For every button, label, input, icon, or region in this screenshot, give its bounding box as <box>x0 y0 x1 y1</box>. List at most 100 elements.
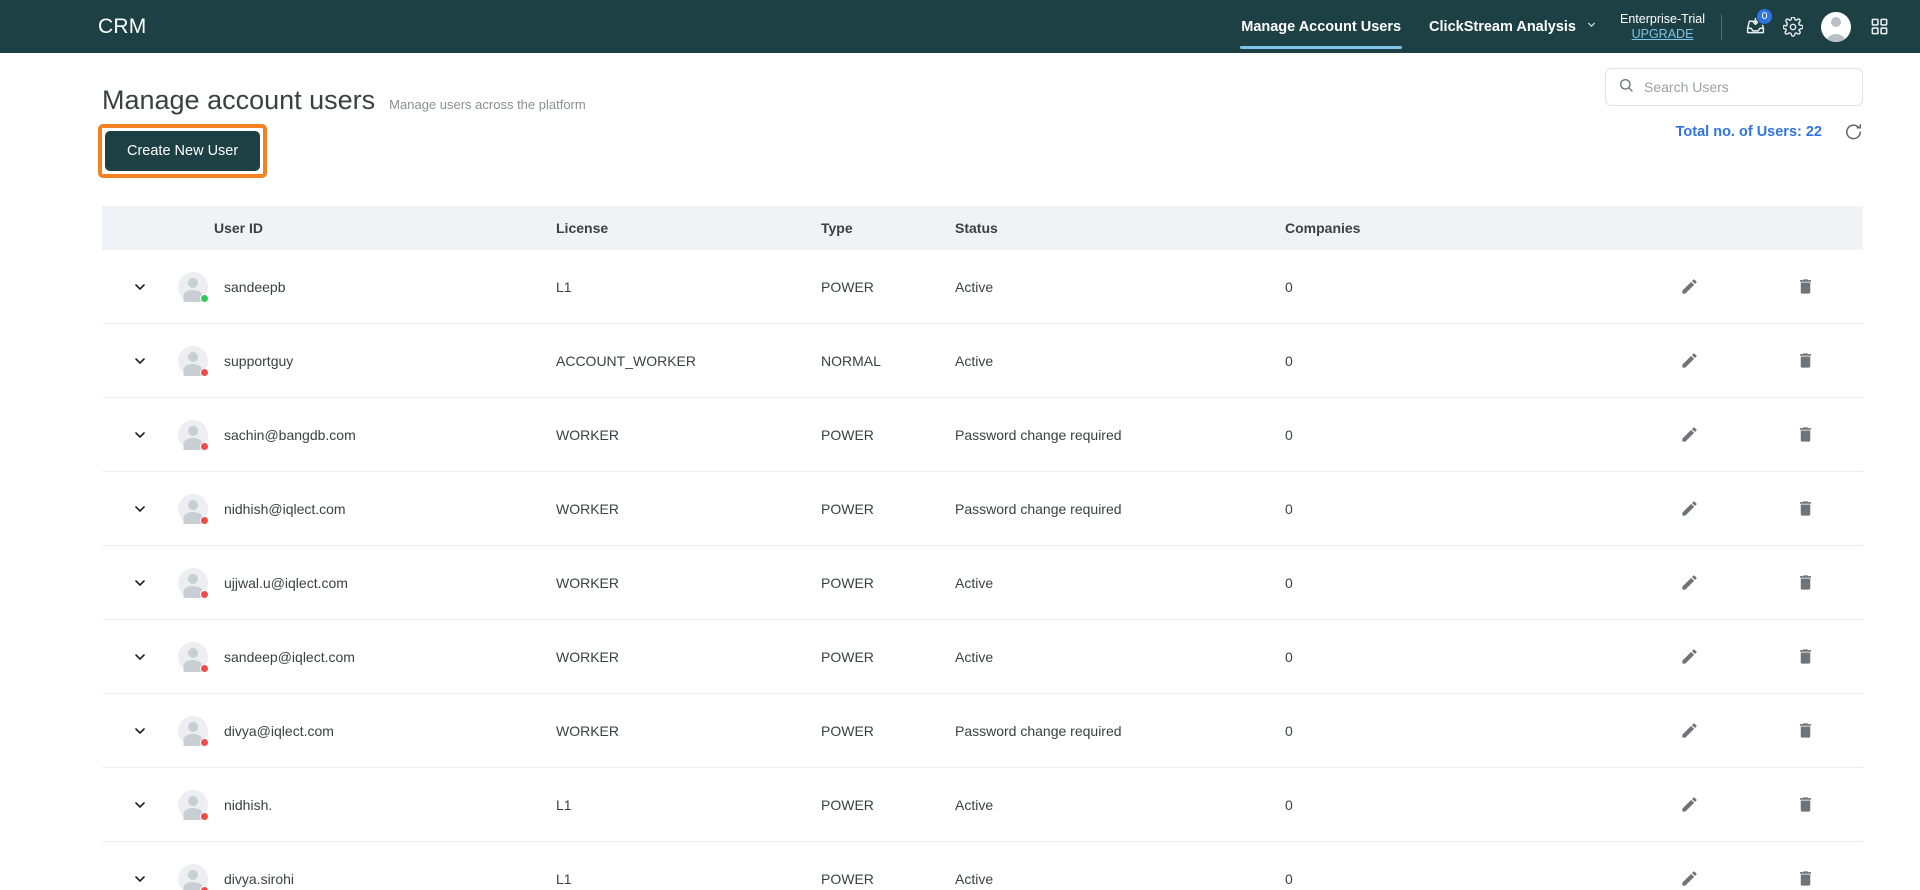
companies-cell: 0 <box>1285 352 1293 369</box>
presence-dot <box>200 515 209 525</box>
trash-icon[interactable] <box>1796 721 1815 740</box>
nav-item-clickstream-analysis[interactable]: ClickStream Analysis <box>1415 0 1612 53</box>
edit-user-button[interactable] <box>1631 573 1747 592</box>
table-row[interactable]: nidhish. L1 POWER Active 0 <box>102 768 1863 842</box>
chevron-down-icon <box>135 357 145 364</box>
user-id-cell: sandeepb <box>178 271 556 303</box>
edit-user-button[interactable] <box>1631 351 1747 370</box>
pencil-icon[interactable] <box>1680 277 1699 296</box>
expand-row-button[interactable] <box>102 871 178 887</box>
table-row[interactable]: divya@iqlect.com WORKER POWER Password chan… <box>102 694 1863 768</box>
pencil-icon[interactable] <box>1680 869 1699 888</box>
upgrade-link[interactable]: UPGRADE <box>1632 27 1694 42</box>
pencil-icon[interactable] <box>1680 573 1699 592</box>
trash-icon[interactable] <box>1796 869 1815 888</box>
edit-user-button[interactable] <box>1631 869 1747 888</box>
edit-user-button[interactable] <box>1631 647 1747 666</box>
table-row[interactable]: sandeep@iqlect.com WORKER POWER Active 0 <box>102 620 1863 694</box>
license-cell: WORKER <box>556 722 619 739</box>
user-id-label: nidhish@iqlect.com <box>224 500 346 517</box>
status-cell: Active <box>955 796 994 813</box>
app-brand-logo[interactable]: CRM <box>98 15 146 39</box>
presence-dot <box>200 663 209 673</box>
expand-row-button[interactable] <box>102 279 178 295</box>
edit-user-button[interactable] <box>1631 721 1747 740</box>
status-cell: Password change required <box>955 500 1122 517</box>
edit-user-button[interactable] <box>1631 425 1747 444</box>
table-row[interactable]: nidhish@iqlect.com WORKER POWER Password ch… <box>102 472 1863 546</box>
avatar <box>178 715 209 747</box>
inbox-download-button[interactable]: 0 <box>1736 7 1774 46</box>
expand-row-button[interactable] <box>102 427 178 443</box>
user-id-cell: supportguy <box>178 345 556 377</box>
table-row[interactable]: sachin@bangdb.com WORKER POWER Password cha… <box>102 398 1863 472</box>
pencil-icon[interactable] <box>1680 351 1699 370</box>
nav-right-group: Manage Account Users ClickStream Analysi… <box>1227 0 1898 53</box>
trash-icon[interactable] <box>1796 499 1815 518</box>
expand-row-button[interactable] <box>102 575 178 591</box>
delete-user-button[interactable] <box>1747 869 1863 888</box>
trash-icon[interactable] <box>1796 277 1815 296</box>
companies-cell: 0 <box>1285 426 1293 443</box>
expand-row-button[interactable] <box>102 723 178 739</box>
table-row[interactable]: divya.sirohi L1 POWER Active 0 <box>102 842 1863 890</box>
plan-name-label: Enterprise-Trial <box>1620 11 1705 26</box>
pencil-icon[interactable] <box>1680 425 1699 444</box>
delete-user-button[interactable] <box>1747 647 1863 666</box>
edit-user-button[interactable] <box>1631 277 1747 296</box>
user-avatar[interactable] <box>1821 11 1851 42</box>
page-title: Manage account users <box>102 85 376 115</box>
license-cell: L1 <box>556 796 572 813</box>
search-users-box[interactable] <box>1605 68 1863 106</box>
delete-user-button[interactable] <box>1747 795 1863 814</box>
delete-user-button[interactable] <box>1747 721 1863 740</box>
status-cell: Active <box>955 648 994 665</box>
companies-cell: 0 <box>1285 722 1293 739</box>
presence-dot <box>200 367 209 377</box>
table-row[interactable]: supportguy ACCOUNT_WORKER NORMAL Active 0 <box>102 324 1863 398</box>
nav-item-label: ClickStream Analysis <box>1429 18 1577 35</box>
trash-icon[interactable] <box>1796 647 1815 666</box>
delete-user-button[interactable] <box>1747 425 1863 444</box>
expand-row-button[interactable] <box>102 649 178 665</box>
trash-icon[interactable] <box>1796 425 1815 444</box>
status-cell: Password change required <box>955 722 1122 739</box>
refresh-button[interactable] <box>1844 122 1863 141</box>
user-id-label: nidhish. <box>224 796 273 813</box>
nav-item-label: Manage Account Users <box>1241 18 1402 35</box>
delete-user-button[interactable] <box>1747 277 1863 296</box>
apps-grid-button[interactable] <box>1860 8 1898 46</box>
pencil-icon[interactable] <box>1680 647 1699 666</box>
create-new-user-button[interactable]: Create New User <box>105 131 261 171</box>
pencil-icon[interactable] <box>1680 499 1699 518</box>
table-header-row: User ID License Type Status Companies <box>102 206 1863 250</box>
expand-row-button[interactable] <box>102 501 178 517</box>
settings-button[interactable] <box>1774 8 1812 46</box>
edit-user-button[interactable] <box>1631 499 1747 518</box>
status-cell: Active <box>955 870 994 887</box>
trash-icon[interactable] <box>1796 795 1815 814</box>
delete-user-button[interactable] <box>1747 573 1863 592</box>
delete-user-button[interactable] <box>1747 499 1863 518</box>
type-cell: POWER <box>821 648 874 665</box>
companies-cell: 0 <box>1285 574 1293 591</box>
avatar <box>178 863 209 890</box>
table-row[interactable]: ujjwal.u@iqlect.com WORKER POWER Active 0 <box>102 546 1863 620</box>
pencil-icon[interactable] <box>1680 795 1699 814</box>
trash-icon[interactable] <box>1796 351 1815 370</box>
presence-dot <box>200 737 209 747</box>
table-row[interactable]: sandeepb L1 POWER Active 0 <box>102 250 1863 324</box>
delete-user-button[interactable] <box>1747 351 1863 370</box>
license-cell: L1 <box>556 278 572 295</box>
chevron-down-icon <box>135 283 145 290</box>
edit-user-button[interactable] <box>1631 795 1747 814</box>
user-id-cell: nidhish. <box>178 789 556 821</box>
chevron-down-icon <box>135 505 145 512</box>
search-input[interactable] <box>1644 79 1850 95</box>
expand-row-button[interactable] <box>102 797 178 813</box>
nav-item-manage-account-users[interactable]: Manage Account Users <box>1227 0 1415 53</box>
expand-row-button[interactable] <box>102 353 178 369</box>
column-header-companies: Companies <box>1285 220 1361 236</box>
pencil-icon[interactable] <box>1680 721 1699 740</box>
trash-icon[interactable] <box>1796 573 1815 592</box>
